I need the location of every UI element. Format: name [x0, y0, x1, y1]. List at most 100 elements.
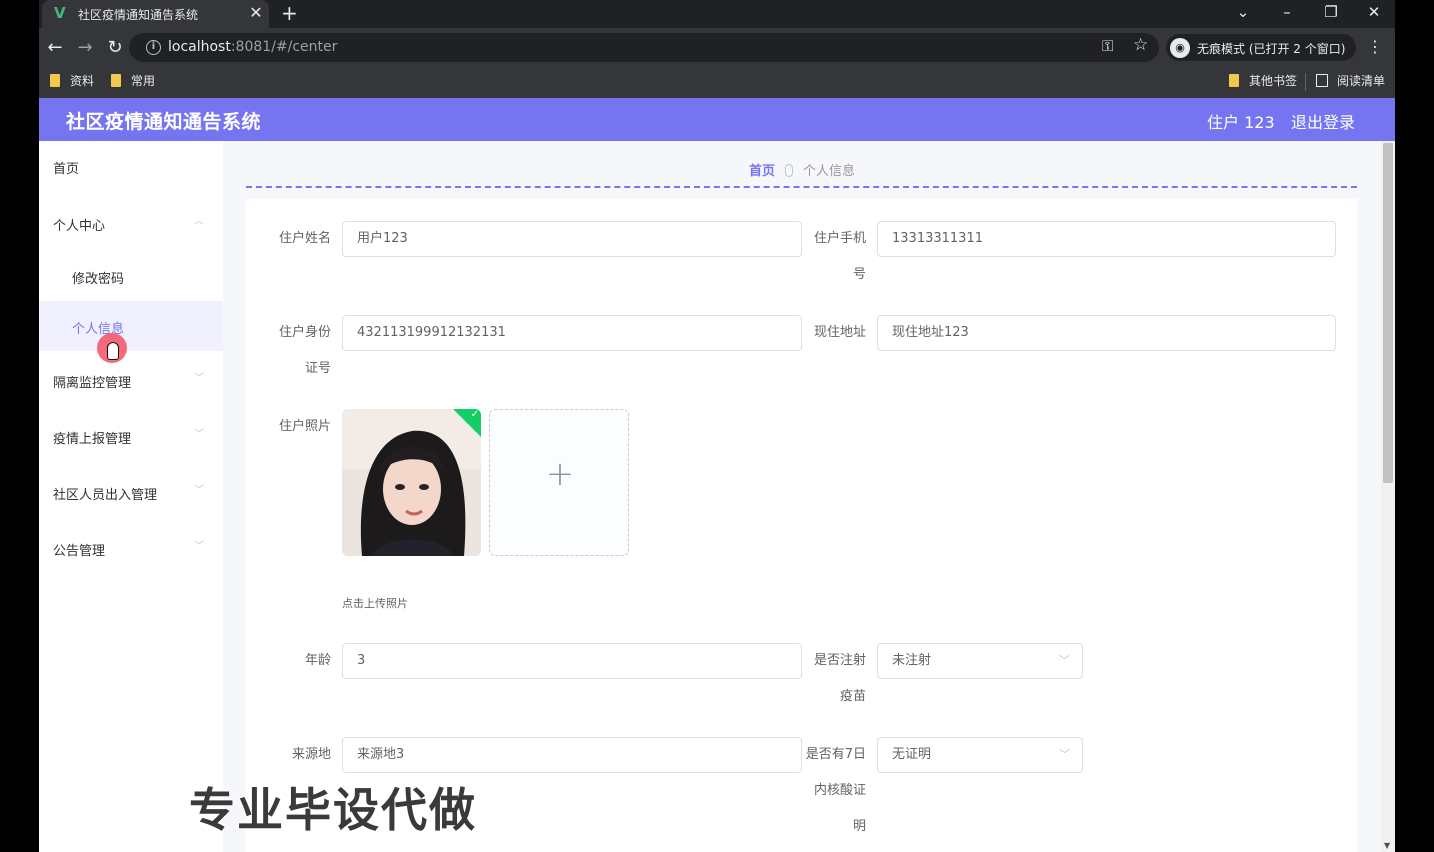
phone-input[interactable]: 13313311311: [877, 221, 1336, 257]
forward-icon[interactable]: →: [74, 37, 96, 59]
name-input[interactable]: 用户123: [342, 221, 802, 257]
sidebar-item-personal-center[interactable]: 个人中心 ︿: [39, 198, 223, 248]
reading-list-label: 阅读清单: [1337, 74, 1386, 88]
tab-close-icon[interactable]: ✕: [248, 3, 264, 23]
chevron-down-icon: ﹀: [1059, 748, 1070, 761]
breadcrumb-home[interactable]: 首页: [749, 164, 775, 179]
folder-icon: [111, 74, 121, 87]
tab-title: 社区疫情通知通告系统: [78, 8, 199, 22]
chevron-up-icon: ︿: [194, 216, 204, 227]
nucleic-label-cont2: 明: [852, 819, 866, 834]
dashed-divider: [246, 186, 1357, 188]
vaccine-select[interactable]: 未注射 ﹀: [877, 643, 1083, 679]
breadcrumb-separator-icon: [785, 164, 793, 177]
address-bar[interactable]: i localhost:8081/#/center ⚿ ☆: [129, 33, 1159, 62]
restore-icon[interactable]: ❐: [1319, 2, 1343, 22]
sidebar-item-home[interactable]: 首页: [39, 141, 223, 191]
back-icon[interactable]: ←: [44, 37, 66, 59]
photo-label: 住户照片: [278, 419, 331, 434]
address-label: 现住地址: [813, 325, 866, 340]
breadcrumb: 首页 个人信息: [223, 160, 1381, 179]
main-content: 首页 个人信息 住户姓名 用户123 住户手机 号 13313311311 住户身…: [223, 141, 1381, 852]
bookmark-star-icon[interactable]: ☆: [1133, 35, 1148, 55]
sidebar-item-label: 社区人员出入管理: [53, 488, 158, 503]
address-input[interactable]: 现住地址123: [877, 315, 1336, 351]
sidebar-item-label: 首页: [53, 162, 80, 177]
browser-toolbar: ← → ↻ i localhost:8081/#/center ⚿ ☆ ◉ 无痕…: [39, 28, 1395, 67]
sidebar-item-announcements[interactable]: 公告管理 ﹀: [39, 523, 223, 573]
sidebar-item-quarantine[interactable]: 隔离监控管理 ﹀: [39, 355, 223, 405]
sidebar-menu: 首页 个人中心 ︿ 修改密码 个人信息 隔离监控管理 ﹀ 疫情上报管理 ﹀ 社区…: [39, 141, 223, 852]
sidebar-item-label: 疫情上报管理: [53, 432, 132, 447]
url-host: localhost: [168, 39, 231, 55]
sidebar-item-label: 公告管理: [53, 544, 106, 559]
vaccine-select-value: 未注射: [892, 653, 932, 668]
sidebar-item-label: 个人中心: [53, 219, 106, 234]
key-icon[interactable]: ⚿: [1102, 37, 1113, 55]
app-title: 社区疫情通知通告系统: [66, 111, 262, 133]
current-user: 住户 123: [1207, 113, 1275, 132]
new-tab-button[interactable]: +: [281, 1, 298, 25]
reload-icon[interactable]: ↻: [104, 37, 126, 59]
nucleic-label-cont: 内核酸证: [813, 783, 866, 798]
scrollbar-thumb[interactable]: [1383, 143, 1393, 483]
vaccine-label-cont: 疫苗: [839, 689, 866, 704]
incognito-indicator[interactable]: ◉ 无痕模式 (已打开 2 个窗口): [1166, 34, 1356, 61]
nucleic-label: 是否有7日: [805, 747, 866, 762]
chevron-down-icon: ﹀: [194, 541, 204, 552]
name-label: 住户姓名: [278, 231, 331, 246]
browser-menu-icon[interactable]: ⋮: [1367, 37, 1383, 56]
chevron-down-icon: ﹀: [1059, 654, 1070, 667]
vaccine-label: 是否注射: [813, 653, 866, 668]
chevron-down-icon: ﹀: [194, 429, 204, 440]
bookmark-divider: [1305, 73, 1306, 91]
reading-list-icon: [1316, 74, 1328, 87]
incognito-label: 无痕模式 (已打开 2 个窗口): [1197, 42, 1346, 56]
hand-cursor-icon: [107, 342, 119, 360]
bookmark-label: 常用: [131, 74, 156, 88]
bookmarks-bar: 资料 常用 其他书签 阅读清单: [39, 67, 1395, 98]
url-path: :8081/#/center: [230, 39, 338, 55]
origin-input[interactable]: 来源地3: [342, 737, 802, 773]
other-bookmarks-label: 其他书签: [1249, 74, 1298, 88]
incognito-icon: ◉: [1170, 38, 1190, 58]
close-window-icon[interactable]: ✕: [1362, 2, 1386, 22]
tab-search-icon[interactable]: ⌄: [1231, 2, 1255, 22]
browser-tab[interactable]: V 社区疫情通知通告系统 ✕: [42, 0, 269, 28]
logout-button[interactable]: 退出登录: [1291, 109, 1355, 133]
sidebar-item-label: 隔离监控管理: [53, 376, 132, 391]
nucleic-select-value: 无证明: [892, 747, 932, 762]
minimize-icon[interactable]: –: [1275, 2, 1299, 22]
photo-upload-area[interactable]: +: [489, 409, 629, 556]
id-number-input[interactable]: 432113199912132131: [342, 315, 802, 351]
resident-photo[interactable]: ✓: [342, 409, 481, 556]
upload-tip: 点击上传照片: [342, 597, 408, 610]
age-input[interactable]: 3: [342, 643, 802, 679]
id-number-label-cont: 证号: [304, 361, 331, 376]
sidebar-item-change-password[interactable]: 修改密码: [39, 251, 223, 301]
check-icon: ✓: [470, 409, 479, 420]
nucleic-select[interactable]: 无证明 ﹀: [877, 737, 1083, 773]
scroll-down-icon[interactable]: ▼: [1384, 841, 1390, 850]
bookmark-folder-ziliao[interactable]: 资料: [50, 73, 94, 89]
plus-icon: +: [545, 454, 575, 494]
site-info-icon[interactable]: i: [146, 40, 161, 55]
sidebar-item-personal-info[interactable]: 个人信息: [39, 301, 223, 351]
sidebar-item-access-log[interactable]: 社区人员出入管理 ﹀: [39, 467, 223, 517]
age-label: 年龄: [304, 653, 331, 668]
other-bookmarks[interactable]: 其他书签: [1229, 73, 1297, 89]
vue-favicon-icon: V: [54, 4, 66, 22]
reading-list[interactable]: 阅读清单: [1316, 73, 1385, 89]
folder-icon: [50, 74, 60, 87]
sidebar-item-epidemic-report[interactable]: 疫情上报管理 ﹀: [39, 411, 223, 461]
profile-form: 住户姓名 用户123 住户手机 号 13313311311 住户身份 证号 43…: [246, 199, 1357, 852]
id-number-label: 住户身份: [278, 325, 331, 340]
tab-bar: V 社区疫情通知通告系统 ✕ + ⌄ – ❐ ✕: [39, 0, 1395, 28]
chevron-down-icon: ﹀: [194, 373, 204, 384]
page-scrollbar[interactable]: ▼: [1381, 141, 1395, 852]
origin-label: 来源地: [291, 747, 331, 762]
url-text[interactable]: localhost:8081/#/center: [168, 39, 337, 55]
bookmark-folder-changyong[interactable]: 常用: [111, 73, 155, 89]
browser-window: V 社区疫情通知通告系统 ✕ + ⌄ – ❐ ✕ ← → ↻ i localho…: [39, 0, 1395, 852]
folder-icon: [1229, 74, 1239, 87]
